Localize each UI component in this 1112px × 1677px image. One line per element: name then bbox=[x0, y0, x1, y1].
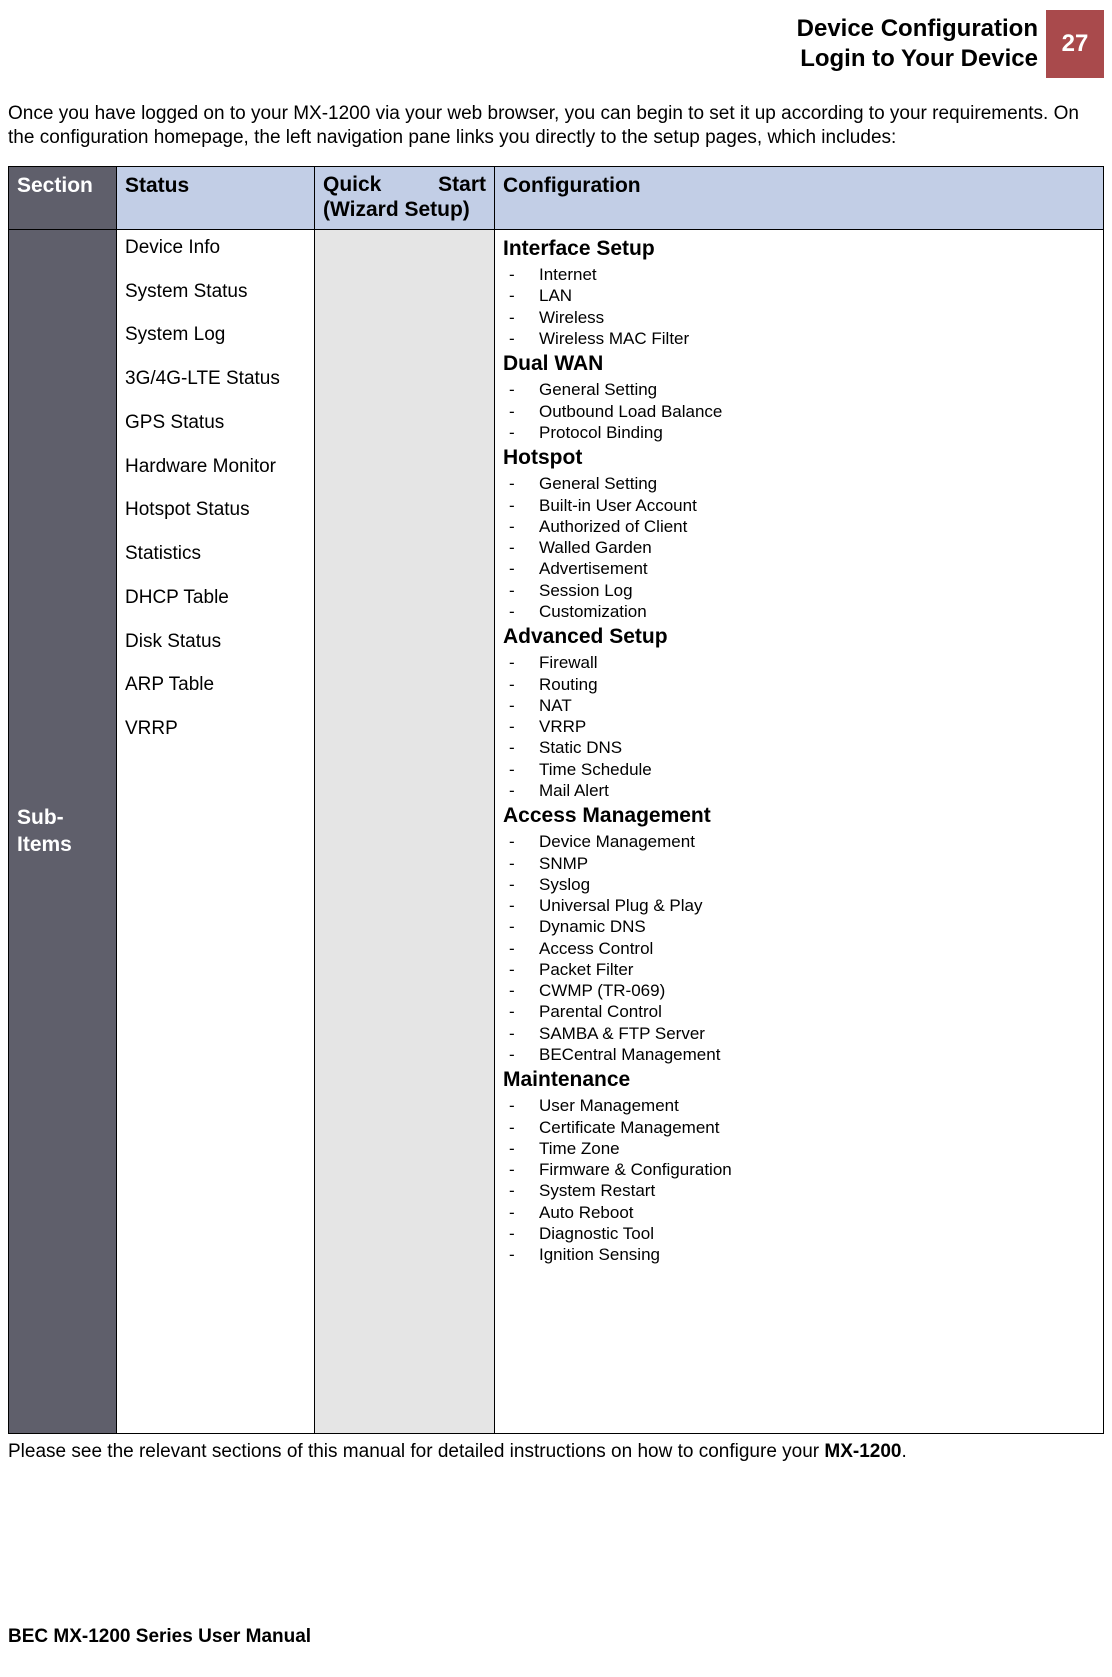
config-item: Packet Filter bbox=[503, 959, 1095, 980]
status-item: Hotspot Status bbox=[125, 498, 306, 522]
footer-text: BEC MX-1200 Series User Manual bbox=[8, 1625, 311, 1649]
status-cell: Device Info System Status System Log 3G/4G-… bbox=[117, 229, 315, 1434]
config-item: Firmware & Configuration bbox=[503, 1159, 1095, 1180]
config-item: Time Schedule bbox=[503, 759, 1095, 780]
config-item: Time Zone bbox=[503, 1138, 1095, 1159]
config-item: Device Management bbox=[503, 831, 1095, 852]
config-item: VRRP bbox=[503, 716, 1095, 737]
config-item: User Management bbox=[503, 1095, 1095, 1116]
config-group-heading: Dual WAN bbox=[503, 351, 1095, 377]
config-item: Access Control bbox=[503, 938, 1095, 959]
quickstart-cell bbox=[315, 229, 495, 1434]
config-item: Outbound Load Balance bbox=[503, 401, 1095, 422]
status-item: Hardware Monitor bbox=[125, 455, 306, 479]
config-item: Internet bbox=[503, 264, 1095, 285]
header-title-line2: Login to Your Device bbox=[800, 45, 1038, 72]
config-item: General Setting bbox=[503, 379, 1095, 400]
config-item: Auto Reboot bbox=[503, 1202, 1095, 1223]
config-item: Universal Plug & Play bbox=[503, 895, 1095, 916]
config-item: CWMP (TR-069) bbox=[503, 980, 1095, 1001]
header-title-line1: Device Configuration bbox=[797, 15, 1038, 42]
config-item: Routing bbox=[503, 674, 1095, 695]
config-item: System Restart bbox=[503, 1180, 1095, 1201]
config-item: Session Log bbox=[503, 580, 1095, 601]
config-item: Certificate Management bbox=[503, 1117, 1095, 1138]
quickstart-left: Quick bbox=[323, 173, 381, 197]
header-page-number: 27 bbox=[1046, 10, 1104, 78]
quickstart-right: Start bbox=[438, 173, 486, 197]
config-item: Mail Alert bbox=[503, 780, 1095, 801]
status-item: VRRP bbox=[125, 717, 306, 741]
config-group-heading: Access Management bbox=[503, 803, 1095, 829]
config-item: Diagnostic Tool bbox=[503, 1223, 1095, 1244]
table-header-row: Section Status Quick Start (Wizard Setup… bbox=[9, 166, 1104, 229]
config-item: Syslog bbox=[503, 874, 1095, 895]
config-item: Dynamic DNS bbox=[503, 916, 1095, 937]
config-item: NAT bbox=[503, 695, 1095, 716]
row-label-subitems: Sub-Items bbox=[9, 229, 117, 1434]
configuration-cell: Interface SetupInternetLANWirelessWirele… bbox=[495, 229, 1104, 1434]
config-item: BECentral Management bbox=[503, 1044, 1095, 1065]
config-item: LAN bbox=[503, 285, 1095, 306]
outro-suffix: . bbox=[902, 1441, 907, 1462]
config-item: Firewall bbox=[503, 652, 1095, 673]
status-item: Statistics bbox=[125, 542, 306, 566]
config-group-heading: Advanced Setup bbox=[503, 624, 1095, 650]
config-group-heading: Interface Setup bbox=[503, 236, 1095, 262]
status-item: 3G/4G-LTE Status bbox=[125, 367, 306, 391]
status-item: ARP Table bbox=[125, 673, 306, 697]
col-header-status: Status bbox=[117, 166, 315, 229]
status-item: DHCP Table bbox=[125, 586, 306, 610]
config-item: Built-in User Account bbox=[503, 495, 1095, 516]
config-item: Wireless MAC Filter bbox=[503, 328, 1095, 349]
config-item: Customization bbox=[503, 601, 1095, 622]
sections-table: Section Status Quick Start (Wizard Setup… bbox=[8, 166, 1104, 1435]
outro-paragraph: Please see the relevant sections of this… bbox=[8, 1440, 1104, 1464]
col-header-quickstart: Quick Start (Wizard Setup) bbox=[315, 166, 495, 229]
config-item: Wireless bbox=[503, 307, 1095, 328]
config-item: General Setting bbox=[503, 473, 1095, 494]
outro-bold: MX-1200 bbox=[824, 1441, 901, 1462]
config-item: SNMP bbox=[503, 853, 1095, 874]
quickstart-sub: (Wizard Setup) bbox=[323, 198, 470, 221]
status-item: System Status bbox=[125, 280, 306, 304]
config-item: Parental Control bbox=[503, 1001, 1095, 1022]
config-item: Advertisement bbox=[503, 558, 1095, 579]
config-item: Authorized of Client bbox=[503, 516, 1095, 537]
status-item: System Log bbox=[125, 323, 306, 347]
page-header: Device Configuration Login to Your Devic… bbox=[8, 10, 1104, 78]
intro-paragraph: Once you have logged on to your MX-1200 … bbox=[8, 102, 1104, 150]
col-header-configuration: Configuration bbox=[495, 166, 1104, 229]
config-item: Walled Garden bbox=[503, 537, 1095, 558]
config-item: Ignition Sensing bbox=[503, 1244, 1095, 1265]
header-title: Device Configuration Login to Your Devic… bbox=[797, 10, 1046, 78]
config-group-heading: Maintenance bbox=[503, 1067, 1095, 1093]
outro-prefix: Please see the relevant sections of this… bbox=[8, 1441, 824, 1462]
status-item: Device Info bbox=[125, 236, 306, 260]
config-item: Static DNS bbox=[503, 737, 1095, 758]
config-item: Protocol Binding bbox=[503, 422, 1095, 443]
config-item: SAMBA & FTP Server bbox=[503, 1023, 1095, 1044]
col-header-section: Section bbox=[9, 166, 117, 229]
table-body-row: Sub-Items Device Info System Status System… bbox=[9, 229, 1104, 1434]
config-group-heading: Hotspot bbox=[503, 445, 1095, 471]
status-item: Disk Status bbox=[125, 630, 306, 654]
status-item: GPS Status bbox=[125, 411, 306, 435]
